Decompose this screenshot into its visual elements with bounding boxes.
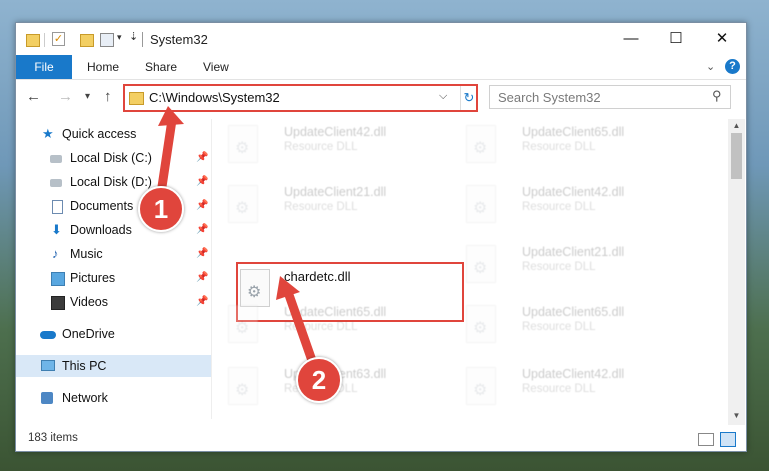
annotation-arrows: [155, 106, 321, 377]
step-1-badge: 1: [138, 186, 184, 232]
step-2-badge: 2: [296, 357, 342, 403]
